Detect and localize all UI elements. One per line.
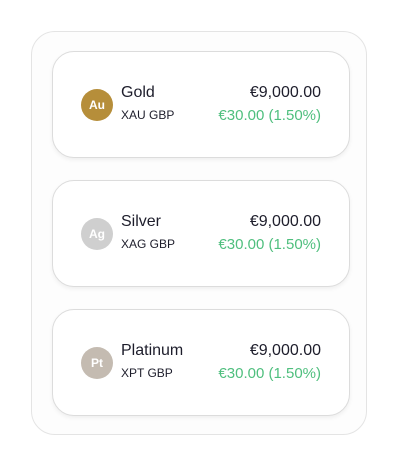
asset-pair: XPT GBP	[121, 366, 173, 380]
asset-change: €30.00 (1.50%)	[218, 365, 321, 382]
asset-name: Silver	[121, 213, 162, 230]
asset-name: Platinum	[121, 342, 184, 359]
asset-pair: XAU GBP	[121, 108, 175, 122]
gold-symbol-icon: Au	[81, 89, 113, 121]
asset-list: Au Gold XAU GBP €9,000.00 €30.00 (1.50%)…	[52, 51, 350, 438]
asset-change: €30.00 (1.50%)	[218, 107, 321, 124]
asset-price: €9,000.00	[249, 342, 321, 359]
asset-card-platinum[interactable]: Pt Platinum XPT GBP €9,000.00 €30.00 (1.…	[52, 309, 350, 416]
asset-pair: XAG GBP	[121, 237, 176, 251]
silver-symbol-icon: Ag	[81, 218, 113, 250]
assets-panel: Au Gold XAU GBP €9,000.00 €30.00 (1.50%)…	[31, 31, 367, 435]
asset-card-silver[interactable]: Ag Silver XAG GBP €9,000.00 €30.00 (1.50…	[52, 180, 350, 287]
asset-name: Gold	[121, 84, 155, 101]
asset-card-gold[interactable]: Au Gold XAU GBP €9,000.00 €30.00 (1.50%)	[52, 51, 350, 158]
asset-price: €9,000.00	[249, 213, 321, 230]
asset-change: €30.00 (1.50%)	[218, 236, 321, 253]
asset-price: €9,000.00	[249, 84, 321, 101]
platinum-symbol-icon: Pt	[81, 347, 113, 379]
